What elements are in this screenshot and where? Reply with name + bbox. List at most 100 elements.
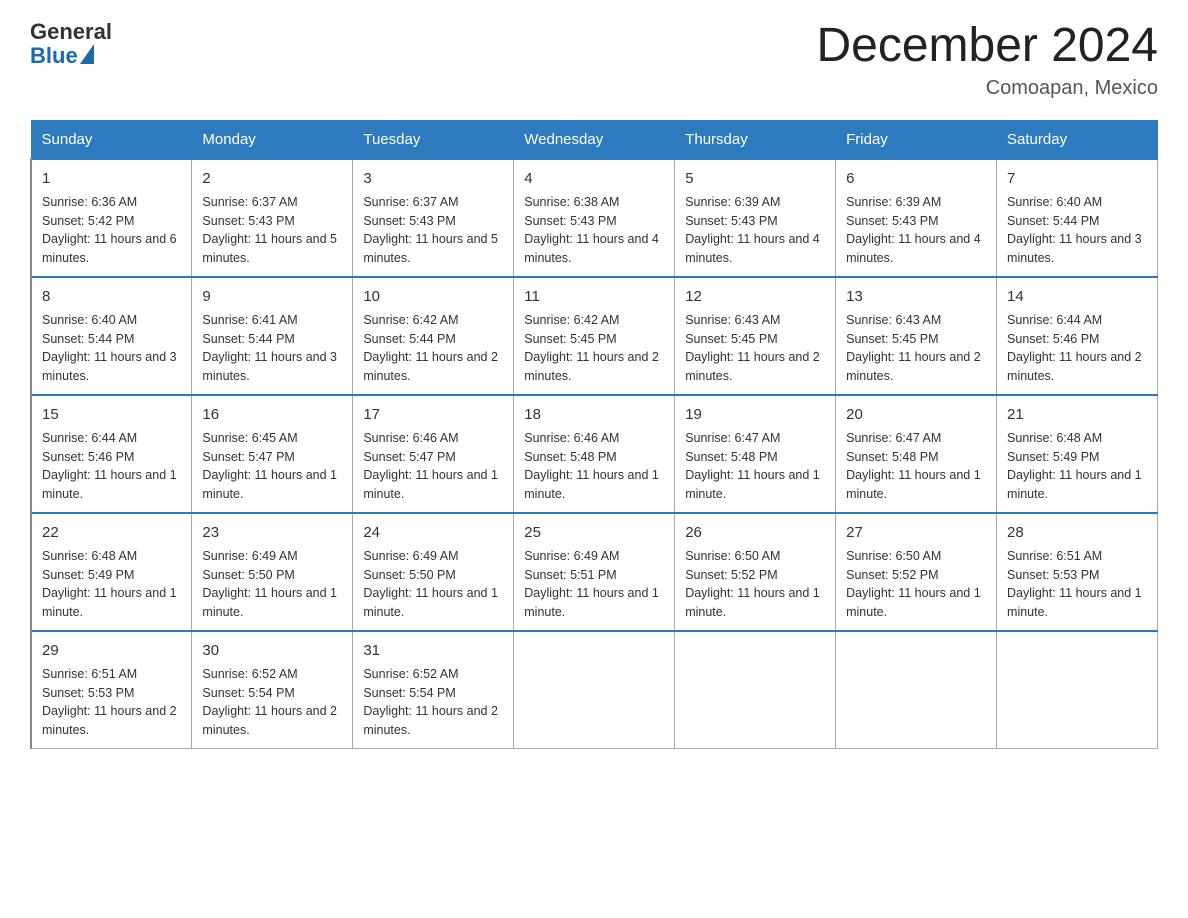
day-number: 8 bbox=[42, 286, 181, 307]
day-info: Sunrise: 6:47 AMSunset: 5:48 PMDaylight:… bbox=[685, 431, 820, 501]
day-number: 29 bbox=[42, 640, 181, 661]
calendar-cell: 24 Sunrise: 6:49 AMSunset: 5:50 PMDaylig… bbox=[353, 513, 514, 631]
calendar-cell: 8 Sunrise: 6:40 AMSunset: 5:44 PMDayligh… bbox=[31, 277, 192, 395]
calendar-cell: 9 Sunrise: 6:41 AMSunset: 5:44 PMDayligh… bbox=[192, 277, 353, 395]
day-info: Sunrise: 6:50 AMSunset: 5:52 PMDaylight:… bbox=[685, 549, 820, 619]
calendar-cell: 2 Sunrise: 6:37 AMSunset: 5:43 PMDayligh… bbox=[192, 159, 353, 277]
calendar-cell: 19 Sunrise: 6:47 AMSunset: 5:48 PMDaylig… bbox=[675, 395, 836, 513]
calendar-cell: 23 Sunrise: 6:49 AMSunset: 5:50 PMDaylig… bbox=[192, 513, 353, 631]
calendar-cell bbox=[514, 631, 675, 749]
column-header-wednesday: Wednesday bbox=[514, 120, 675, 159]
column-header-thursday: Thursday bbox=[675, 120, 836, 159]
calendar-cell: 30 Sunrise: 6:52 AMSunset: 5:54 PMDaylig… bbox=[192, 631, 353, 749]
day-info: Sunrise: 6:49 AMSunset: 5:51 PMDaylight:… bbox=[524, 549, 659, 619]
day-number: 25 bbox=[524, 522, 664, 543]
calendar-cell: 28 Sunrise: 6:51 AMSunset: 5:53 PMDaylig… bbox=[997, 513, 1158, 631]
day-number: 18 bbox=[524, 404, 664, 425]
calendar-cell: 12 Sunrise: 6:43 AMSunset: 5:45 PMDaylig… bbox=[675, 277, 836, 395]
day-number: 12 bbox=[685, 286, 825, 307]
day-number: 1 bbox=[42, 168, 181, 189]
day-number: 28 bbox=[1007, 522, 1147, 543]
day-number: 30 bbox=[202, 640, 342, 661]
calendar-cell: 26 Sunrise: 6:50 AMSunset: 5:52 PMDaylig… bbox=[675, 513, 836, 631]
calendar-table: SundayMondayTuesdayWednesdayThursdayFrid… bbox=[30, 120, 1158, 749]
day-info: Sunrise: 6:40 AMSunset: 5:44 PMDaylight:… bbox=[42, 313, 177, 383]
day-info: Sunrise: 6:51 AMSunset: 5:53 PMDaylight:… bbox=[1007, 549, 1142, 619]
calendar-cell: 22 Sunrise: 6:48 AMSunset: 5:49 PMDaylig… bbox=[31, 513, 192, 631]
day-number: 3 bbox=[363, 168, 503, 189]
calendar-week-row: 15 Sunrise: 6:44 AMSunset: 5:46 PMDaylig… bbox=[31, 395, 1158, 513]
day-info: Sunrise: 6:36 AMSunset: 5:42 PMDaylight:… bbox=[42, 195, 177, 265]
day-number: 24 bbox=[363, 522, 503, 543]
day-info: Sunrise: 6:42 AMSunset: 5:45 PMDaylight:… bbox=[524, 313, 659, 383]
day-info: Sunrise: 6:48 AMSunset: 5:49 PMDaylight:… bbox=[42, 549, 177, 619]
column-header-saturday: Saturday bbox=[997, 120, 1158, 159]
calendar-cell bbox=[836, 631, 997, 749]
day-info: Sunrise: 6:37 AMSunset: 5:43 PMDaylight:… bbox=[202, 195, 337, 265]
calendar-cell: 7 Sunrise: 6:40 AMSunset: 5:44 PMDayligh… bbox=[997, 159, 1158, 277]
day-info: Sunrise: 6:48 AMSunset: 5:49 PMDaylight:… bbox=[1007, 431, 1142, 501]
day-number: 17 bbox=[363, 404, 503, 425]
day-info: Sunrise: 6:51 AMSunset: 5:53 PMDaylight:… bbox=[42, 667, 177, 737]
location-subtitle: Comoapan, Mexico bbox=[816, 77, 1158, 100]
day-number: 16 bbox=[202, 404, 342, 425]
calendar-cell: 18 Sunrise: 6:46 AMSunset: 5:48 PMDaylig… bbox=[514, 395, 675, 513]
day-number: 23 bbox=[202, 522, 342, 543]
calendar-cell: 29 Sunrise: 6:51 AMSunset: 5:53 PMDaylig… bbox=[31, 631, 192, 749]
logo: General Blue bbox=[30, 20, 112, 68]
day-info: Sunrise: 6:39 AMSunset: 5:43 PMDaylight:… bbox=[846, 195, 981, 265]
calendar-week-row: 1 Sunrise: 6:36 AMSunset: 5:42 PMDayligh… bbox=[31, 159, 1158, 277]
column-header-sunday: Sunday bbox=[31, 120, 192, 159]
calendar-cell: 31 Sunrise: 6:52 AMSunset: 5:54 PMDaylig… bbox=[353, 631, 514, 749]
calendar-cell: 6 Sunrise: 6:39 AMSunset: 5:43 PMDayligh… bbox=[836, 159, 997, 277]
day-number: 14 bbox=[1007, 286, 1147, 307]
day-info: Sunrise: 6:49 AMSunset: 5:50 PMDaylight:… bbox=[202, 549, 337, 619]
calendar-cell: 16 Sunrise: 6:45 AMSunset: 5:47 PMDaylig… bbox=[192, 395, 353, 513]
page-header: General Blue December 2024 Comoapan, Mex… bbox=[30, 20, 1158, 100]
calendar-week-row: 29 Sunrise: 6:51 AMSunset: 5:53 PMDaylig… bbox=[31, 631, 1158, 749]
day-info: Sunrise: 6:46 AMSunset: 5:48 PMDaylight:… bbox=[524, 431, 659, 501]
calendar-cell: 11 Sunrise: 6:42 AMSunset: 5:45 PMDaylig… bbox=[514, 277, 675, 395]
day-info: Sunrise: 6:42 AMSunset: 5:44 PMDaylight:… bbox=[363, 313, 498, 383]
day-info: Sunrise: 6:44 AMSunset: 5:46 PMDaylight:… bbox=[1007, 313, 1142, 383]
calendar-cell: 14 Sunrise: 6:44 AMSunset: 5:46 PMDaylig… bbox=[997, 277, 1158, 395]
day-number: 21 bbox=[1007, 404, 1147, 425]
calendar-cell: 3 Sunrise: 6:37 AMSunset: 5:43 PMDayligh… bbox=[353, 159, 514, 277]
day-number: 22 bbox=[42, 522, 181, 543]
day-info: Sunrise: 6:41 AMSunset: 5:44 PMDaylight:… bbox=[202, 313, 337, 383]
day-number: 11 bbox=[524, 286, 664, 307]
day-info: Sunrise: 6:39 AMSunset: 5:43 PMDaylight:… bbox=[685, 195, 820, 265]
day-number: 31 bbox=[363, 640, 503, 661]
logo-triangle-icon bbox=[80, 44, 94, 64]
month-year-title: December 2024 bbox=[816, 20, 1158, 73]
day-number: 2 bbox=[202, 168, 342, 189]
calendar-cell: 17 Sunrise: 6:46 AMSunset: 5:47 PMDaylig… bbox=[353, 395, 514, 513]
day-info: Sunrise: 6:50 AMSunset: 5:52 PMDaylight:… bbox=[846, 549, 981, 619]
day-number: 7 bbox=[1007, 168, 1147, 189]
calendar-cell: 5 Sunrise: 6:39 AMSunset: 5:43 PMDayligh… bbox=[675, 159, 836, 277]
calendar-cell: 21 Sunrise: 6:48 AMSunset: 5:49 PMDaylig… bbox=[997, 395, 1158, 513]
day-info: Sunrise: 6:52 AMSunset: 5:54 PMDaylight:… bbox=[363, 667, 498, 737]
day-info: Sunrise: 6:40 AMSunset: 5:44 PMDaylight:… bbox=[1007, 195, 1142, 265]
calendar-cell: 27 Sunrise: 6:50 AMSunset: 5:52 PMDaylig… bbox=[836, 513, 997, 631]
logo-general: General bbox=[30, 20, 112, 44]
day-info: Sunrise: 6:45 AMSunset: 5:47 PMDaylight:… bbox=[202, 431, 337, 501]
day-info: Sunrise: 6:43 AMSunset: 5:45 PMDaylight:… bbox=[846, 313, 981, 383]
calendar-header-row: SundayMondayTuesdayWednesdayThursdayFrid… bbox=[31, 120, 1158, 159]
logo-blue: Blue bbox=[30, 44, 78, 68]
column-header-friday: Friday bbox=[836, 120, 997, 159]
day-info: Sunrise: 6:52 AMSunset: 5:54 PMDaylight:… bbox=[202, 667, 337, 737]
calendar-week-row: 8 Sunrise: 6:40 AMSunset: 5:44 PMDayligh… bbox=[31, 277, 1158, 395]
column-header-monday: Monday bbox=[192, 120, 353, 159]
calendar-cell: 25 Sunrise: 6:49 AMSunset: 5:51 PMDaylig… bbox=[514, 513, 675, 631]
day-number: 19 bbox=[685, 404, 825, 425]
day-info: Sunrise: 6:38 AMSunset: 5:43 PMDaylight:… bbox=[524, 195, 659, 265]
day-info: Sunrise: 6:47 AMSunset: 5:48 PMDaylight:… bbox=[846, 431, 981, 501]
day-number: 26 bbox=[685, 522, 825, 543]
calendar-cell bbox=[675, 631, 836, 749]
day-number: 20 bbox=[846, 404, 986, 425]
calendar-week-row: 22 Sunrise: 6:48 AMSunset: 5:49 PMDaylig… bbox=[31, 513, 1158, 631]
day-number: 4 bbox=[524, 168, 664, 189]
calendar-cell: 20 Sunrise: 6:47 AMSunset: 5:48 PMDaylig… bbox=[836, 395, 997, 513]
day-info: Sunrise: 6:37 AMSunset: 5:43 PMDaylight:… bbox=[363, 195, 498, 265]
